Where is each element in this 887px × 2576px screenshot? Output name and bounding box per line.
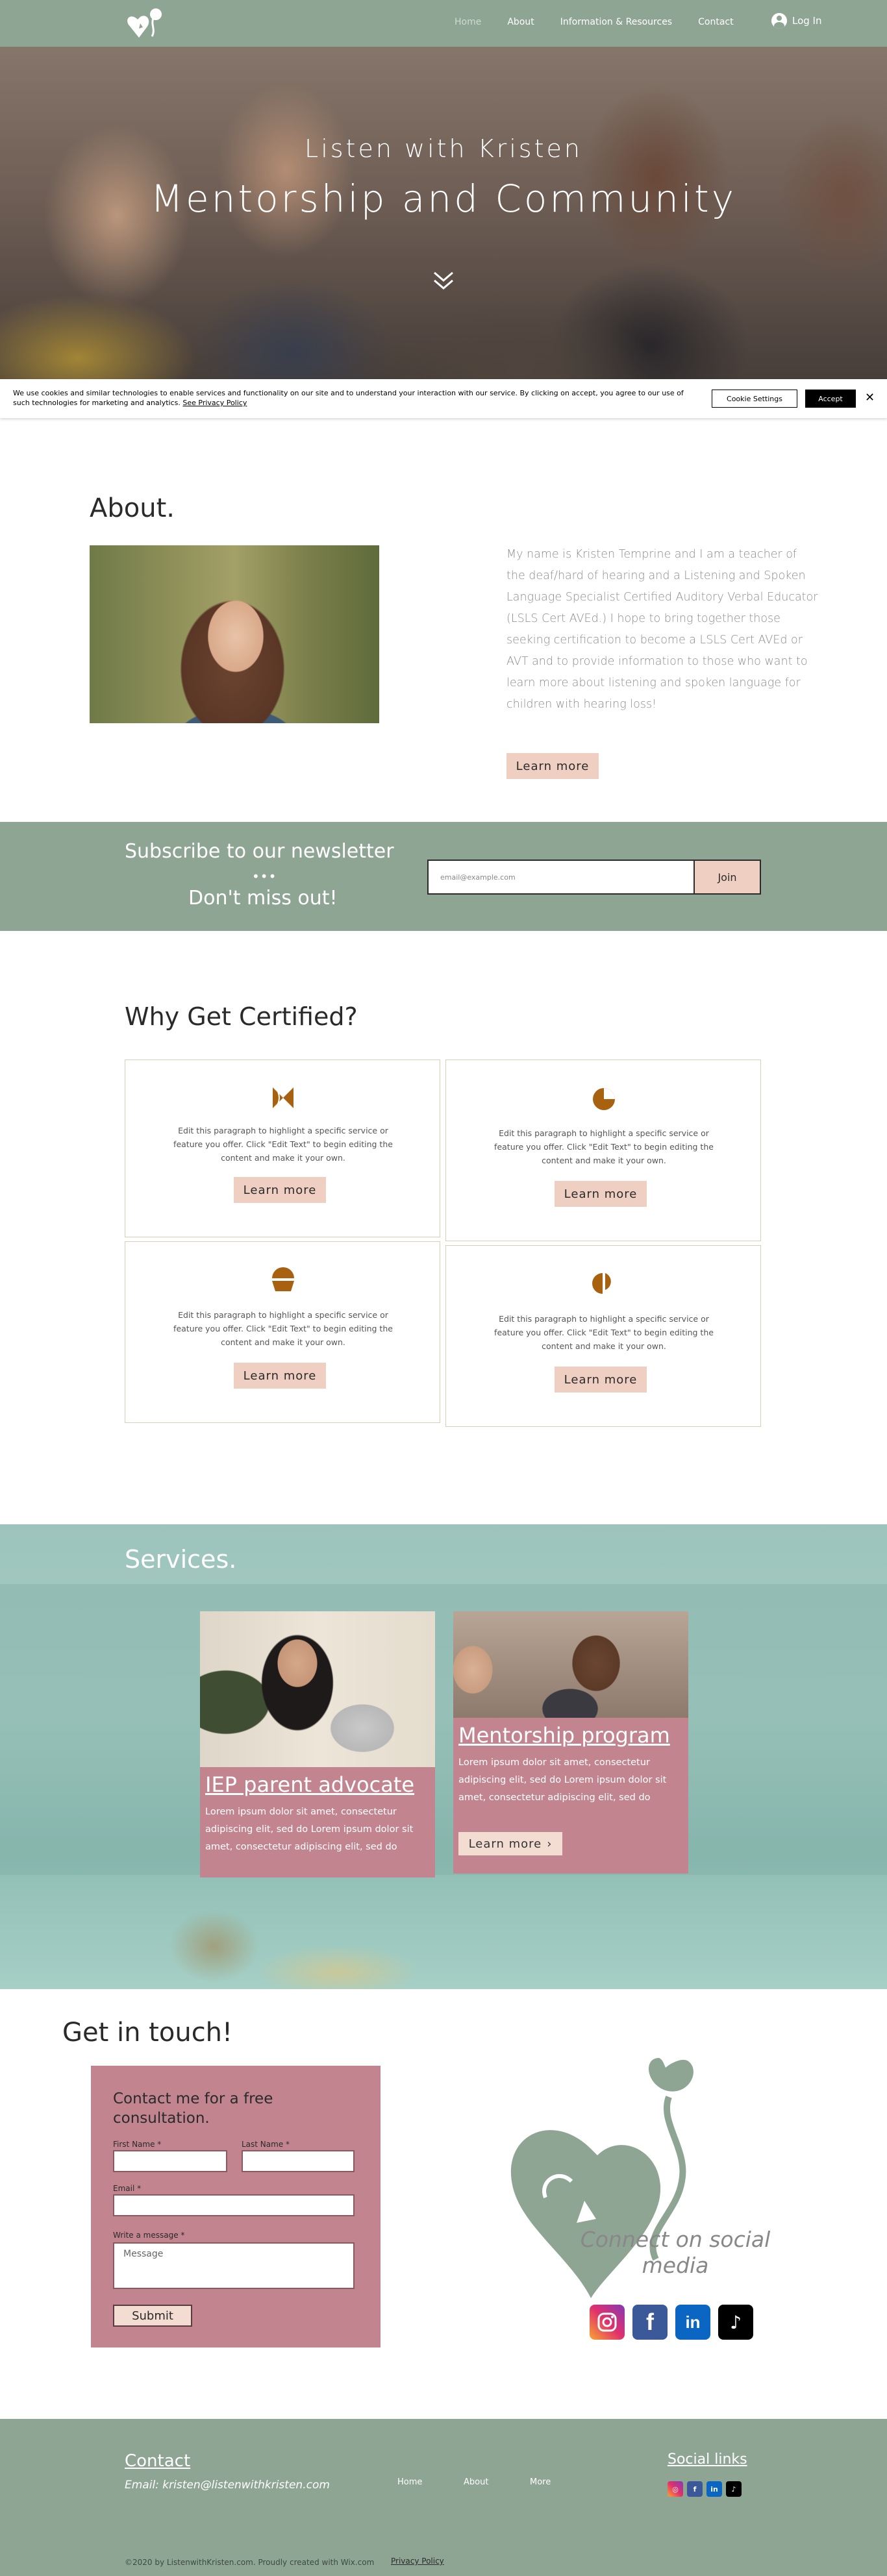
hero-title: Mentorship and Community	[150, 177, 737, 221]
footer-social-title: Social links	[668, 2451, 747, 2468]
footer-contact-title[interactable]: Contact	[125, 2451, 190, 2471]
newsletter-email-input[interactable]: email@example.com	[427, 860, 695, 895]
card-text: Edit this paragraph to highlight a speci…	[494, 1128, 714, 1165]
contact-form: Contact me for a free consultation. Firs…	[91, 2066, 381, 2347]
nav-home[interactable]: Home	[442, 14, 494, 30]
logo[interactable]	[123, 4, 169, 43]
site-footer: Contact Email: kristen@listenwithkristen…	[0, 2419, 887, 2576]
footer-social-links: ◎ f in ♪	[668, 2481, 742, 2497]
half-circles-icon	[272, 1267, 294, 1291]
newsletter-section: Subscribe to our newsletter ••• Don't mi…	[0, 822, 887, 931]
linkedin-icon[interactable]: in	[675, 2305, 710, 2340]
footer-nav-about[interactable]: About	[464, 2477, 530, 2487]
linkedin-icon[interactable]: in	[706, 2481, 722, 2497]
chevron-down-icon[interactable]	[431, 267, 456, 293]
card-learn-more-button[interactable]: Learn more	[555, 1367, 647, 1393]
first-name-label: First Name *	[113, 2140, 162, 2149]
split-circle-icon	[592, 1273, 611, 1294]
last-name-label: Last Name *	[242, 2140, 290, 2149]
privacy-policy-link[interactable]: See Privacy Policy	[182, 399, 247, 407]
card-learn-more-button[interactable]: Learn more	[555, 1181, 647, 1207]
facebook-icon[interactable]: f	[632, 2305, 668, 2340]
card-learn-more-button[interactable]: Learn more	[234, 1177, 326, 1203]
email-field[interactable]	[113, 2194, 355, 2216]
close-icon[interactable]: ✕	[865, 391, 875, 404]
connect-social-text: Connect on social media	[580, 2227, 771, 2278]
nav-contact[interactable]: Contact	[685, 14, 746, 30]
tiktok-icon[interactable]: ♪	[726, 2481, 742, 2497]
cookie-message: We use cookies and similar technologies …	[13, 389, 684, 407]
about-title: About.	[90, 493, 175, 523]
feature-card: Edit this paragraph to highlight a speci…	[125, 1241, 440, 1423]
pie-icon	[593, 1088, 615, 1110]
form-heading: Contact me for a free consultation.	[113, 2090, 273, 2127]
service-body: Lorem ipsum dolor sit amet, consectetur …	[458, 1757, 667, 1803]
login-button[interactable]: Log In	[771, 13, 822, 29]
services-section: Services. IEP parent advocate Lorem ipsu…	[0, 1524, 887, 1989]
email-label: Email *	[113, 2184, 142, 2193]
cookie-settings-button[interactable]: Cookie Settings	[712, 390, 797, 408]
user-icon	[771, 13, 787, 29]
services-band	[0, 1584, 887, 1875]
service-card-mentorship: Mentorship program Lorem ipsum dolor sit…	[453, 1611, 688, 1874]
first-name-field[interactable]	[113, 2150, 227, 2172]
newsletter-join-button[interactable]: Join	[693, 860, 761, 895]
instagram-icon[interactable]: ◎	[668, 2481, 683, 2497]
card-text: Edit this paragraph to highlight a speci…	[173, 1126, 393, 1163]
cookie-banner: We use cookies and similar technologies …	[0, 379, 887, 418]
service-title[interactable]: Mentorship program	[458, 1723, 670, 1748]
submit-button[interactable]: Submit	[113, 2305, 192, 2327]
service-learn-more-button[interactable]: Learn more ›	[458, 1832, 562, 1855]
newsletter-subtitle: Don't miss out!	[188, 887, 338, 910]
contact-title: Get in touch!	[62, 2018, 233, 2048]
services-title: Services.	[125, 1545, 237, 1574]
message-label: Write a message *	[113, 2231, 185, 2240]
about-text: My name is Kristen Temprine and I am a t…	[506, 548, 818, 711]
footer-nav-home[interactable]: Home	[397, 2477, 464, 2487]
feature-card: Edit this paragraph to highlight a speci…	[125, 1059, 440, 1237]
about-learn-more-button[interactable]: Learn more	[506, 753, 599, 779]
footer-email[interactable]: Email: kristen@listenwithkristen.com	[125, 2479, 330, 2492]
last-name-field[interactable]	[242, 2150, 355, 2172]
cookie-text: We use cookies and similar technologies …	[13, 388, 688, 408]
card-text: Edit this paragraph to highlight a speci…	[494, 1314, 714, 1351]
instagram-icon[interactable]	[590, 2305, 625, 2340]
cookie-accept-button[interactable]: Accept	[805, 390, 856, 408]
service-card-iep: IEP parent advocate Lorem ipsum dolor si…	[200, 1611, 435, 1877]
service-body: Lorem ipsum dolor sit amet, consectetur …	[205, 1807, 414, 1852]
social-links: f in ♪	[590, 2305, 753, 2340]
hero-banner: Listen with Kristen Mentorship and Commu…	[0, 47, 887, 379]
chevron-right-icon: ›	[547, 1837, 553, 1851]
hero-subtitle: Listen with Kristen	[305, 134, 582, 163]
card-learn-more-button[interactable]: Learn more	[234, 1363, 326, 1389]
footer-copyright: ©2020 by ListenwithKristen.com. Proudly …	[125, 2558, 375, 2567]
facebook-icon[interactable]: f	[687, 2481, 703, 2497]
service-button-label: Learn more	[468, 1837, 542, 1851]
about-photo	[90, 545, 379, 723]
iep-photo	[200, 1611, 435, 1767]
login-label: Log In	[792, 15, 822, 27]
footer-nav-more[interactable]: More	[530, 2477, 596, 2487]
site-header: Home About Information & Resources Conta…	[0, 0, 887, 47]
nav-about[interactable]: About	[494, 14, 547, 30]
newsletter-dots: •••	[252, 869, 277, 884]
feature-card: Edit this paragraph to highlight a speci…	[445, 1059, 761, 1241]
message-field[interactable]: Message	[113, 2242, 355, 2289]
footer-nav: Home About More	[397, 2477, 596, 2487]
nav-information-resources[interactable]: Information & Resources	[547, 14, 685, 30]
main-nav: Home About Information & Resources Conta…	[442, 14, 747, 30]
why-title: Why Get Certified?	[125, 1002, 358, 1031]
card-text: Edit this paragraph to highlight a speci…	[173, 1310, 393, 1347]
service-title[interactable]: IEP parent advocate	[205, 1772, 414, 1797]
tiktok-icon[interactable]: ♪	[718, 2305, 753, 2340]
feature-card: Edit this paragraph to highlight a speci…	[445, 1245, 761, 1427]
footer-privacy-link[interactable]: Privacy Policy	[391, 2557, 444, 2566]
mentorship-photo	[453, 1611, 688, 1718]
bowtie-icon	[273, 1087, 294, 1109]
newsletter-title: Subscribe to our newsletter	[125, 840, 394, 863]
